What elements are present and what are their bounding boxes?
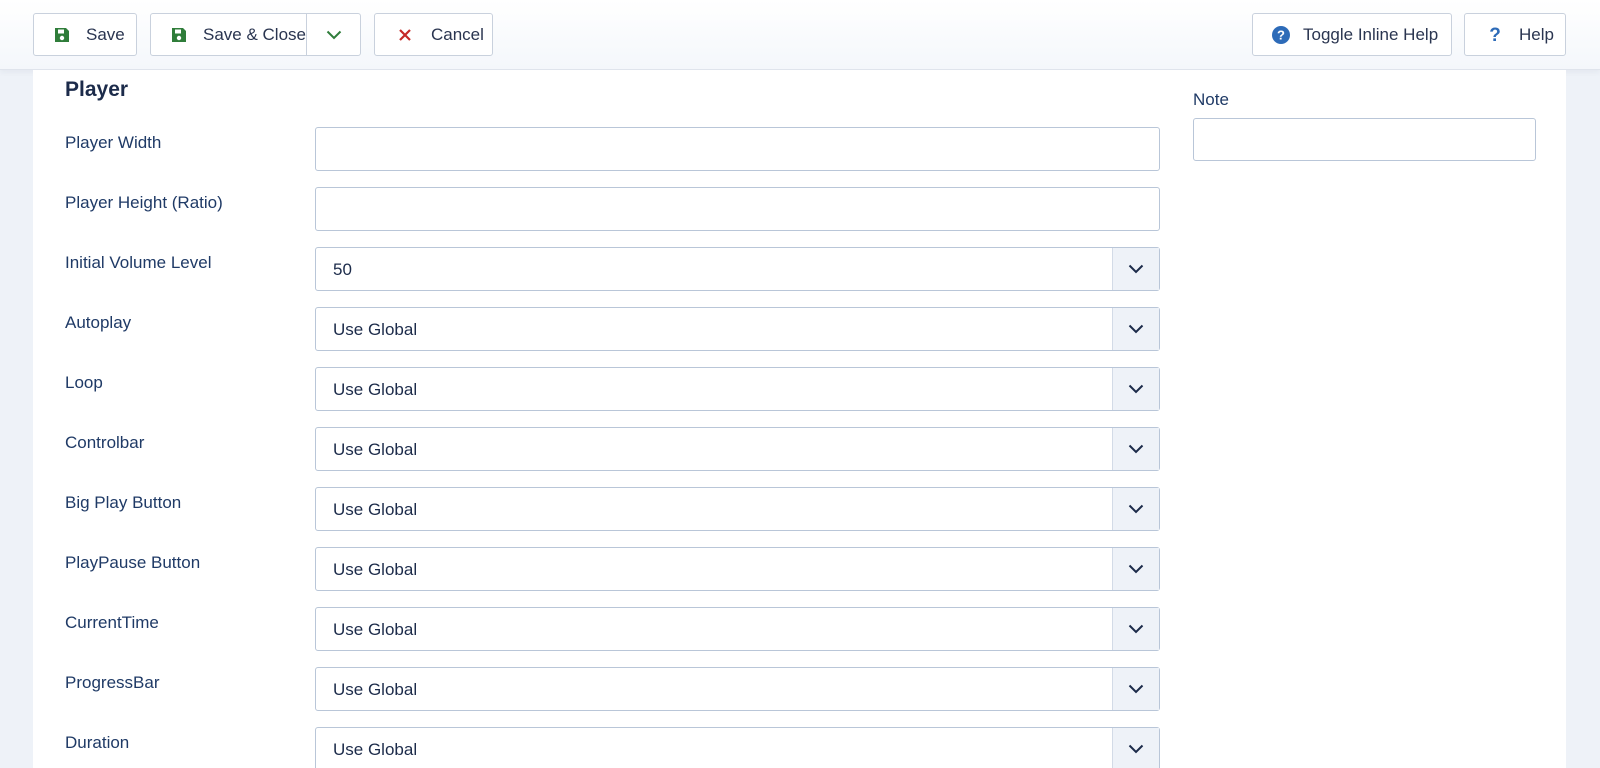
help-button[interactable]: ? Help	[1464, 13, 1566, 56]
select-value: Use Global	[333, 320, 418, 339]
chevron-down-icon	[324, 25, 344, 45]
save-icon	[52, 25, 72, 45]
big-play-button-select[interactable]: Use Global	[315, 487, 1160, 531]
field-label: PlayPause Button	[65, 553, 201, 572]
duration-select[interactable]: Use Global	[315, 727, 1160, 768]
field-row-progressbar: ProgressBar Use Global	[65, 667, 1193, 711]
field-row-autoplay: Autoplay Use Global	[65, 307, 1193, 351]
svg-text:?: ?	[1277, 27, 1285, 42]
field-label: Big Play Button	[65, 493, 182, 512]
question-icon: ?	[1485, 25, 1505, 45]
controlbar-select[interactable]: Use Global	[315, 427, 1160, 471]
autoplay-select[interactable]: Use Global	[315, 307, 1160, 351]
save-button-label: Save	[86, 24, 125, 44]
field-row-initial-volume: Initial Volume Level 50	[65, 247, 1193, 291]
note-input[interactable]	[1194, 119, 1535, 160]
chevron-down-icon	[1112, 248, 1159, 290]
select-value: Use Global	[333, 560, 418, 579]
select-value: Use Global	[333, 380, 418, 399]
note-field[interactable]	[1193, 118, 1536, 161]
chevron-down-icon	[1112, 428, 1159, 470]
player-settings-panel: Player Player Width Player Height (Ratio…	[33, 70, 1566, 768]
save-button[interactable]: Save	[33, 13, 137, 56]
close-icon	[395, 25, 415, 45]
initial-volume-select[interactable]: 50	[315, 247, 1160, 291]
chevron-down-icon	[1112, 488, 1159, 530]
chevron-down-icon	[1112, 308, 1159, 350]
note-label: Note	[1193, 90, 1229, 109]
field-row-controlbar: Controlbar Use Global	[65, 427, 1193, 471]
select-value: Use Global	[333, 440, 418, 459]
field-row-player-width: Player Width	[65, 127, 1193, 171]
chevron-down-icon	[1112, 668, 1159, 710]
chevron-down-icon	[1112, 728, 1159, 768]
chevron-down-icon	[1112, 548, 1159, 590]
player-height-field[interactable]	[315, 187, 1160, 231]
svg-text:?: ?	[1489, 26, 1501, 44]
field-label: CurrentTime	[65, 613, 159, 632]
select-value: Use Global	[333, 500, 418, 519]
field-label: ProgressBar	[65, 673, 160, 692]
playpause-button-select[interactable]: Use Global	[315, 547, 1160, 591]
toggle-inline-help-button[interactable]: ? Toggle Inline Help	[1252, 13, 1452, 56]
toolbar: Save Save & Close Cancel ? Toggle Inline…	[0, 0, 1600, 70]
field-label: Player Height (Ratio)	[65, 193, 223, 212]
section-title: Player	[65, 78, 129, 101]
field-row-duration: Duration Use Global	[65, 727, 1193, 768]
player-width-input[interactable]	[316, 128, 1159, 170]
field-label: Loop	[65, 373, 103, 392]
select-value: Use Global	[333, 740, 418, 759]
field-label: Autoplay	[65, 313, 132, 332]
field-label: Initial Volume Level	[65, 253, 212, 272]
cancel-button[interactable]: Cancel	[374, 13, 493, 56]
save-icon	[169, 25, 189, 45]
cancel-button-label: Cancel	[431, 24, 484, 44]
currenttime-select[interactable]: Use Global	[315, 607, 1160, 651]
field-row-big-play-button: Big Play Button Use Global	[65, 487, 1193, 531]
toggle-inline-help-label: Toggle Inline Help	[1303, 24, 1439, 44]
field-row-player-height: Player Height (Ratio)	[65, 187, 1193, 231]
chevron-down-icon	[1112, 608, 1159, 650]
field-label: Player Width	[65, 133, 162, 152]
save-close-button-label: Save & Close	[203, 24, 306, 44]
field-row-playpause-button: PlayPause Button Use Global	[65, 547, 1193, 591]
select-value: 50	[333, 260, 352, 279]
field-label: Controlbar	[65, 433, 145, 452]
loop-select[interactable]: Use Global	[315, 367, 1160, 411]
player-width-field[interactable]	[315, 127, 1160, 171]
player-height-input[interactable]	[316, 188, 1159, 230]
select-value: Use Global	[333, 620, 418, 639]
question-circle-icon: ?	[1271, 25, 1291, 45]
select-value: Use Global	[333, 680, 418, 699]
field-row-currenttime: CurrentTime Use Global	[65, 607, 1193, 651]
save-close-button[interactable]: Save & Close	[150, 13, 307, 56]
field-row-loop: Loop Use Global	[65, 367, 1193, 411]
progressbar-select[interactable]: Use Global	[315, 667, 1160, 711]
help-button-label: Help	[1519, 24, 1554, 44]
save-options-dropdown-button[interactable]	[306, 13, 361, 56]
chevron-down-icon	[1112, 368, 1159, 410]
field-label: Duration	[65, 733, 130, 752]
